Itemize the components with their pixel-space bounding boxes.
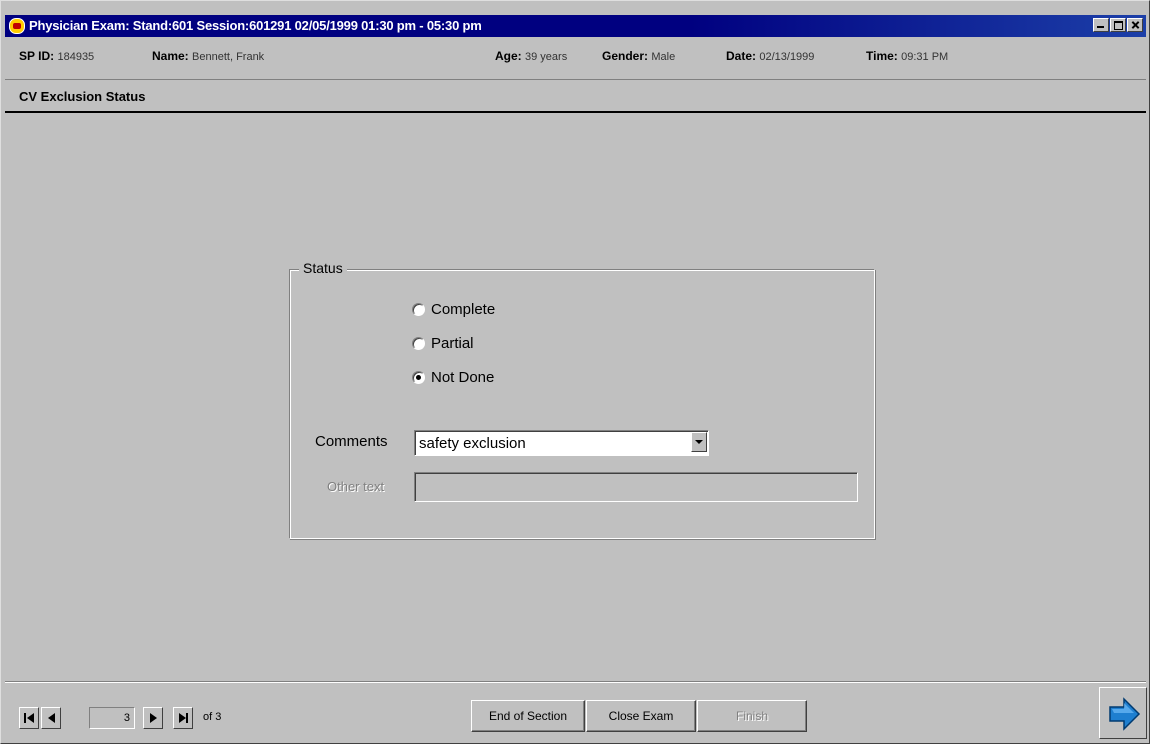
- last-page-button[interactable]: [173, 707, 193, 729]
- name-label: Name:: [152, 49, 189, 63]
- close-exam-button[interactable]: Close Exam: [586, 700, 696, 732]
- section-title: CV Exclusion Status: [19, 89, 146, 104]
- title-bar[interactable]: Physician Exam: Stand:601 Session:601291…: [5, 15, 1146, 37]
- comments-label: Comments: [315, 433, 388, 450]
- radio-not-done-button[interactable]: [412, 371, 425, 384]
- time-value: 09:31 PM: [901, 51, 949, 63]
- date-value: 02/13/1999: [759, 51, 815, 63]
- name-value: Bennett, Frank: [192, 51, 265, 63]
- next-page-button[interactable]: [143, 707, 163, 729]
- radio-complete-label: Complete: [431, 301, 496, 318]
- first-page-icon: [20, 708, 38, 728]
- sp-id-value: 184935: [57, 51, 95, 63]
- radio-not-done-label: Not Done: [431, 369, 495, 386]
- page-count-label: of 3: [203, 711, 222, 723]
- window-controls: [1092, 18, 1143, 32]
- comments-dropdown[interactable]: safety exclusion: [414, 430, 709, 456]
- last-page-icon: [174, 708, 192, 728]
- prev-page-button[interactable]: [41, 707, 61, 729]
- window-title: Physician Exam: Stand:601 Session:601291…: [29, 18, 482, 33]
- app-icon: [9, 18, 25, 34]
- other-text-label: Other text: [327, 479, 385, 494]
- app-window: Physician Exam: Stand:601 Session:601291…: [0, 0, 1150, 744]
- first-page-button[interactable]: [19, 707, 39, 729]
- close-icon[interactable]: [1127, 18, 1143, 32]
- sp-id: SP ID: 184935: [19, 49, 94, 63]
- chevron-down-icon[interactable]: [691, 432, 707, 452]
- name: Name: Bennett, Frank: [152, 49, 264, 63]
- section-divider: [5, 111, 1146, 113]
- other-text-field[interactable]: [414, 472, 858, 502]
- radio-not-done[interactable]: Not Done: [412, 369, 494, 386]
- radio-partial[interactable]: Partial: [412, 335, 474, 352]
- radio-partial-button[interactable]: [412, 337, 425, 350]
- finish-button[interactable]: Finish: [697, 700, 807, 732]
- participant-info-bar: SP ID: 184935 Name: Bennett, Frank Age: …: [5, 39, 1146, 80]
- comments-value: safety exclusion: [419, 435, 526, 452]
- gender: Gender: Male: [602, 49, 675, 63]
- footer-divider: [5, 681, 1146, 683]
- time: Time: 09:31 PM: [866, 49, 948, 63]
- prev-page-icon: [42, 708, 60, 728]
- date-label: Date:: [726, 49, 757, 63]
- age-label: Age:: [495, 49, 522, 63]
- page-number-input[interactable]: 3: [89, 707, 135, 729]
- next-page-icon: [144, 708, 162, 728]
- radio-complete[interactable]: Complete: [412, 301, 495, 318]
- date: Date: 02/13/1999: [726, 49, 814, 63]
- gender-label: Gender:: [602, 49, 649, 63]
- gender-value: Male: [651, 51, 676, 63]
- age-value: 39 years: [525, 51, 568, 63]
- radio-partial-label: Partial: [431, 335, 474, 352]
- next-section-button[interactable]: [1099, 687, 1147, 739]
- maximize-icon[interactable]: [1110, 18, 1126, 32]
- time-label: Time:: [866, 49, 898, 63]
- radio-complete-button[interactable]: [412, 303, 425, 316]
- status-legend: Status: [299, 260, 347, 276]
- minimize-icon[interactable]: [1093, 18, 1109, 32]
- age: Age: 39 years: [495, 49, 567, 63]
- end-of-section-button[interactable]: End of Section: [471, 700, 585, 732]
- sp-id-label: SP ID:: [19, 49, 55, 63]
